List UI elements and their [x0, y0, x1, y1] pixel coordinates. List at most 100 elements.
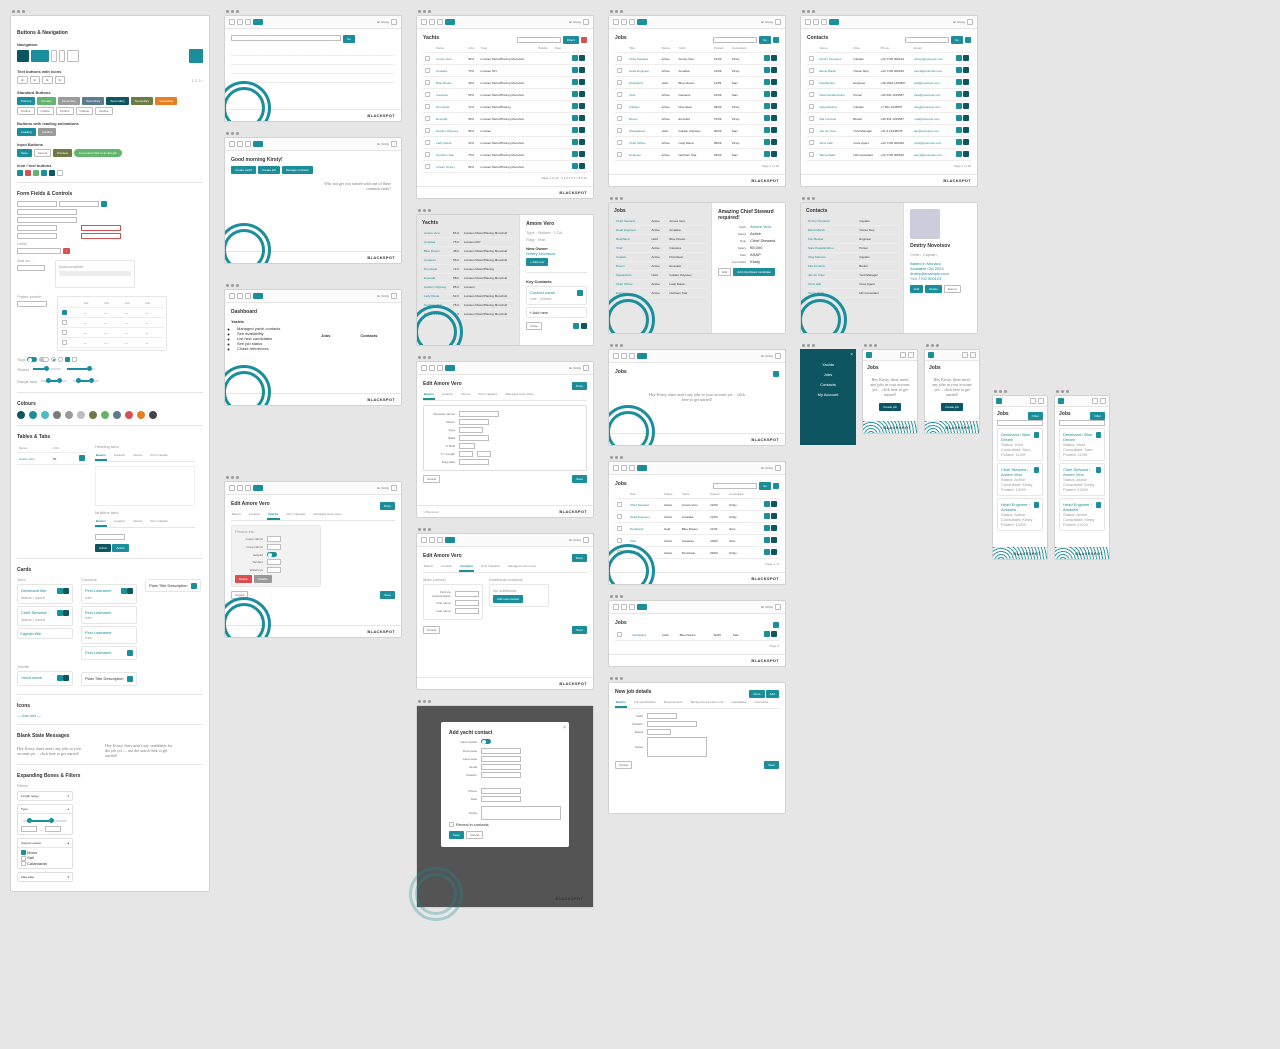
row-more-icon[interactable]	[579, 151, 585, 157]
table-row[interactable]: Amore Vero56.0Lurssen Motor/Planing Mono…	[423, 53, 587, 65]
page-nums[interactable]: 1 2 3 4 5 6 7 8 9 10	[561, 176, 587, 180]
ey-year[interactable]	[459, 443, 475, 449]
ei-tab-0[interactable]: Basics	[231, 510, 242, 520]
row-edit-icon[interactable]	[572, 127, 578, 133]
ey-done[interactable]: Done	[572, 382, 587, 390]
list-item[interactable]: Chief Steward / Amore VeroStatus: Active…	[1059, 463, 1105, 496]
table-row[interactable]: StewardessHoldGolden Odyssey	[614, 271, 706, 280]
table-row[interactable]: Blue Dream48.0Lurssen Motor/Planing Mono…	[422, 247, 514, 256]
search-button[interactable]: Go	[343, 35, 355, 43]
row-edit-icon[interactable]	[572, 91, 578, 97]
cd-delete[interactable]: Delete	[925, 285, 942, 293]
table-row[interactable]: Oleg MarinovCaptain+7 921 1234567oleg@ex…	[807, 101, 971, 113]
ey-owner[interactable]	[459, 419, 489, 425]
nav-tile-active[interactable]	[17, 50, 29, 62]
table-row[interactable]: ChefActiveCareless10/09Sam	[615, 89, 779, 101]
nj-cancel[interactable]: Cancel	[615, 761, 632, 769]
m-last[interactable]	[481, 756, 521, 762]
inp-btn-preview[interactable]: Preview	[53, 149, 72, 157]
table-row[interactable]: ChefActiveCareless	[614, 244, 706, 253]
inp-btn-cancel[interactable]: Cancel	[34, 149, 51, 157]
contacts-search[interactable]	[905, 37, 949, 43]
ey-tab-1[interactable]: Location	[441, 390, 454, 400]
row-more-icon[interactable]	[579, 115, 585, 121]
power-search[interactable]	[17, 301, 47, 307]
card-yacht-1[interactable]: Yacht name	[17, 671, 73, 686]
nav-tile-primary[interactable]	[31, 50, 49, 62]
row-edit-icon[interactable]	[572, 67, 578, 73]
table-row[interactable]: Careless55.0Lurssen Motor/Planing Monohu…	[423, 89, 587, 101]
yachts-clear-icon[interactable]	[581, 37, 587, 43]
row-more-icon[interactable]	[579, 79, 585, 85]
table-row[interactable]: Dmitry NovotsovCaptain+44 7700 900123dmi…	[807, 53, 971, 65]
exp-length[interactable]: Length range▾	[17, 791, 73, 801]
yd-close[interactable]: Close	[526, 322, 542, 330]
nav-tile-small[interactable]	[51, 50, 57, 62]
table-row[interactable]: ChefActiveCareless10/09Sam	[615, 535, 779, 547]
chk-off[interactable]	[72, 357, 77, 362]
card-job-2[interactable]: Chief Steward… status • yacht	[17, 606, 73, 626]
table-row[interactable]: Dmitry NovotsovCaptain	[806, 217, 898, 226]
std-btn-2[interactable]: Secondary	[58, 97, 80, 105]
table-row[interactable]: EngineerActiveNorthern Star04/09Sam	[615, 149, 779, 161]
tab-1[interactable]: Location	[113, 517, 126, 527]
table-row[interactable]: Ocean Victory86.0Lurssen Motor/Planing M…	[422, 310, 514, 319]
row-more-icon[interactable]	[579, 55, 585, 61]
table-row[interactable]: Chris HallCrew Agent	[806, 280, 898, 289]
ey-save[interactable]: Save	[572, 475, 587, 483]
sample-input-err2[interactable]	[81, 233, 121, 239]
table-row[interactable]: Chief OfficerActiveLady Diana05/09Kirsty	[615, 137, 779, 149]
tab-3[interactable]: Prior Captain	[149, 451, 169, 461]
row-edit-icon[interactable]	[572, 103, 578, 109]
yd-owner[interactable]: Dmitry Novotsov	[526, 251, 587, 256]
jobs-go[interactable]: Go	[759, 36, 771, 44]
textbtn-4[interactable]: ⊕	[55, 76, 66, 84]
ei-del[interactable]: Delete	[235, 575, 252, 583]
modal-save[interactable]: Save	[449, 831, 464, 839]
out-btn-3[interactable]: Outline	[76, 107, 94, 115]
nj-save[interactable]: Save	[764, 761, 779, 769]
table-row[interactable]: CaptainActiveDrumbeat09/09Kirsty	[615, 547, 779, 559]
list-item[interactable]: Deckhand / Blue DreamStatus: HoldConsult…	[1059, 428, 1105, 461]
table-row[interactable]: BosunActiveEmerald	[614, 262, 706, 271]
contacts-add-icon[interactable]	[965, 37, 971, 43]
toggle-on[interactable]	[27, 357, 37, 362]
table-row[interactable]: Northern Star75.0Lurssen Motor/Planing M…	[423, 149, 587, 161]
table-row[interactable]: StewardessHoldGolden Odyssey06/09Sam	[615, 125, 779, 137]
menu-yachts[interactable]: Yachts	[804, 362, 852, 367]
ey-tab-0[interactable]: Basics	[423, 390, 435, 400]
ey-prev-names[interactable]	[459, 411, 499, 417]
nav-back[interactable]	[229, 19, 235, 25]
sample-input[interactable]	[17, 201, 57, 207]
table-row[interactable]: Jan de VriesYard Manager+31 6 12345678ja…	[807, 125, 971, 137]
menu-icon[interactable]	[391, 19, 397, 25]
row-more-icon[interactable]	[579, 91, 585, 97]
table-row[interactable]: Sara PapadimitriouPurser	[806, 244, 898, 253]
mt-chk3[interactable]	[62, 330, 67, 335]
row-more-icon[interactable]	[579, 163, 585, 169]
table-row[interactable]: Chief StewardActiveAmore Vero12/09Kirsty	[615, 53, 779, 65]
ac-item-3[interactable]	[59, 280, 131, 284]
label-input[interactable]	[17, 248, 61, 254]
yachts-filter-btn[interactable]: Filters	[563, 36, 579, 44]
ey-type[interactable]	[459, 427, 483, 433]
exp-type[interactable]: Type▴ →	[17, 804, 73, 835]
table-row[interactable]: Elena MarshOwner Rep+44 7700 900223elena…	[807, 65, 971, 77]
table-row[interactable]: Tanya WellsHR Consultant	[806, 289, 898, 298]
out-btn-1[interactable]: Outline	[37, 107, 55, 115]
yd-contact-card[interactable]: Contact name role · phone	[526, 286, 587, 305]
ec-done[interactable]: Done	[572, 554, 587, 562]
ey-cancel[interactable]: Cancel	[423, 475, 440, 483]
table-row[interactable]: Emerald58.0Lurssen Motor/Planing Monohul…	[423, 113, 587, 125]
yd-add-new[interactable]: + Add new	[526, 258, 548, 266]
filter-from[interactable]	[21, 826, 37, 832]
jd-shortlist[interactable]: Add shortlisted candidate	[733, 268, 775, 276]
icon-btn-ok[interactable]	[33, 170, 39, 176]
dash-link-jobs[interactable]: Jobs	[321, 333, 330, 338]
jd-yacht[interactable]: Amore Vero	[750, 224, 771, 229]
icons-link[interactable]: — icon set —	[17, 713, 41, 718]
inp-btn-save[interactable]: Save	[17, 149, 32, 157]
radio-on[interactable]	[51, 357, 56, 362]
tab-1[interactable]: Location	[113, 451, 126, 461]
ey-tab-4[interactable]: Managed crew notes	[504, 390, 534, 400]
